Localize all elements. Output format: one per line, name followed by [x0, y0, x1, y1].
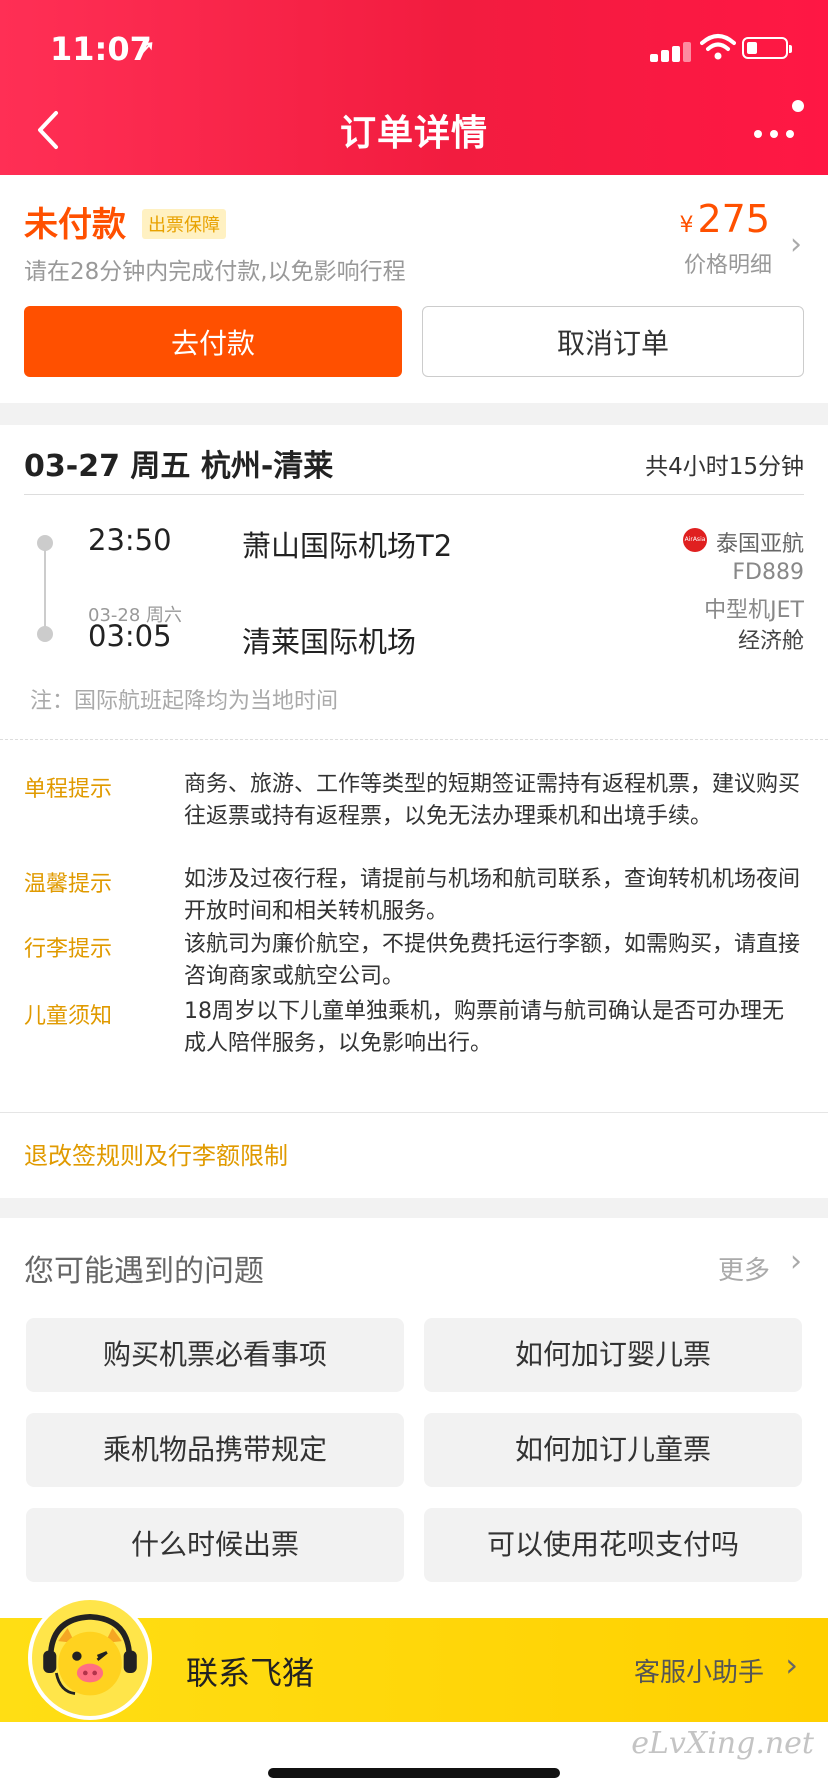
dashed-divider	[0, 739, 828, 740]
local-time-note: 注：国际航班起降均为当地时间	[30, 689, 339, 714]
departure-time: 23:50	[88, 523, 172, 557]
chevron-right-icon[interactable]: ›	[790, 1244, 802, 1279]
currency-symbol: ¥	[679, 213, 694, 238]
battery-icon	[742, 37, 792, 59]
arrival-time: 03:05	[88, 619, 172, 653]
notification-dot	[792, 100, 804, 112]
flight-number: FD889	[732, 560, 804, 585]
aircraft-type: 中型机JET	[704, 598, 804, 623]
timeline-line	[44, 543, 46, 627]
faq-item-button[interactable]: 可以使用花呗支付吗	[424, 1508, 802, 1582]
tip-label: 行李提示	[24, 937, 113, 962]
more-menu-button[interactable]	[748, 100, 808, 152]
cabin-class: 经济舱	[737, 629, 804, 654]
refund-change-rules-link[interactable]: 退改签规则及行李额限制	[24, 1136, 288, 1171]
faq-item-button[interactable]: 如何加订儿童票	[424, 1413, 802, 1487]
departure-airport: 萧山国际机场T2	[242, 529, 453, 563]
page-title: 订单详情	[339, 113, 488, 154]
price-detail-link[interactable]: 价格明细	[684, 247, 772, 279]
tip-text: 该航司为廉价航空，不提供免费托运行李额，如需购买，请直接咨询商家或航空公司。	[184, 932, 801, 989]
order-status-title: 未付款	[24, 205, 126, 245]
arrival-airport: 清莱国际机场	[242, 625, 417, 659]
tip-label: 温馨提示	[24, 872, 113, 897]
pig-mascot-avatar-icon[interactable]	[28, 1596, 152, 1720]
chevron-right-icon[interactable]: ›	[790, 227, 802, 262]
order-status-card: 未付款 出票保障 请在28分钟内完成付款,以免影响行程 ¥275 价格明细 › …	[0, 175, 828, 403]
faq-item-button[interactable]: 什么时候出票	[26, 1508, 404, 1582]
faq-item-button[interactable]: 购买机票必看事项	[26, 1318, 404, 1392]
wifi-icon	[700, 34, 736, 60]
payment-deadline-hint: 请在28分钟内完成付款,以免影响行程	[24, 259, 406, 285]
tip-label: 儿童须知	[24, 1004, 113, 1029]
tip-text: 18周岁以下儿童单独乘机，购票前请与航司确认是否可办理无成人陪伴服务，以免影响出…	[184, 999, 784, 1056]
flight-duration: 共4小时15分钟	[645, 454, 804, 480]
location-arrow-icon: ➚	[136, 34, 157, 62]
divider	[0, 1112, 828, 1113]
route-title: 03-27 周五 杭州-清莱	[24, 449, 334, 484]
order-price[interactable]: ¥275	[679, 197, 770, 241]
divider	[24, 494, 804, 495]
contact-fliggy-label: 联系飞猪	[186, 1654, 315, 1692]
faq-card: 您可能遇到的问题 更多 › 购买机票必看事项 如何加订婴儿票 乘机物品携带规定 …	[0, 1218, 828, 1618]
price-value: 275	[697, 197, 770, 241]
tip-text: 如涉及过夜行程，请提前与机场和航司联系，查询转机机场夜间开放时间和相关转机服务。	[184, 867, 801, 924]
arrival-dot	[37, 626, 53, 642]
cellular-signal-icon	[650, 40, 702, 62]
home-indicator[interactable]	[268, 1768, 560, 1778]
faq-title: 您可能遇到的问题	[24, 1254, 264, 1289]
chevron-right-icon: ›	[785, 1646, 798, 1684]
pay-button[interactable]: 去付款	[24, 306, 402, 377]
tip-text: 商务、旅游、工作等类型的短期签证需持有返程机票，建议购买往返票或持有返程票，以免…	[184, 772, 801, 829]
faq-item-button[interactable]: 如何加订婴儿票	[424, 1318, 802, 1392]
customer-service-assistant-label: 客服小助手	[633, 1658, 764, 1688]
rules-card: 退改签规则及行李额限制	[0, 1114, 828, 1198]
airline-logo-icon: AirAsia	[683, 528, 707, 552]
cancel-order-button[interactable]: 取消订单	[422, 306, 804, 377]
site-watermark: eLvXing.net	[631, 1726, 814, 1761]
airline-name: 泰国亚航	[715, 532, 804, 557]
header-bar: 11:07 ➚ 订单详情	[0, 0, 828, 175]
faq-more-link[interactable]: 更多	[718, 1250, 770, 1287]
flight-info-card: 03-27 周五 杭州-清莱 共4小时15分钟 23:50 萧山国际机场T2 0…	[0, 425, 828, 1114]
tip-label: 单程提示	[24, 777, 113, 802]
faq-item-button[interactable]: 乘机物品携带规定	[26, 1413, 404, 1487]
bottom-safe-area: eLvXing.net	[0, 1722, 828, 1792]
ticket-guarantee-badge: 出票保障	[142, 209, 226, 239]
